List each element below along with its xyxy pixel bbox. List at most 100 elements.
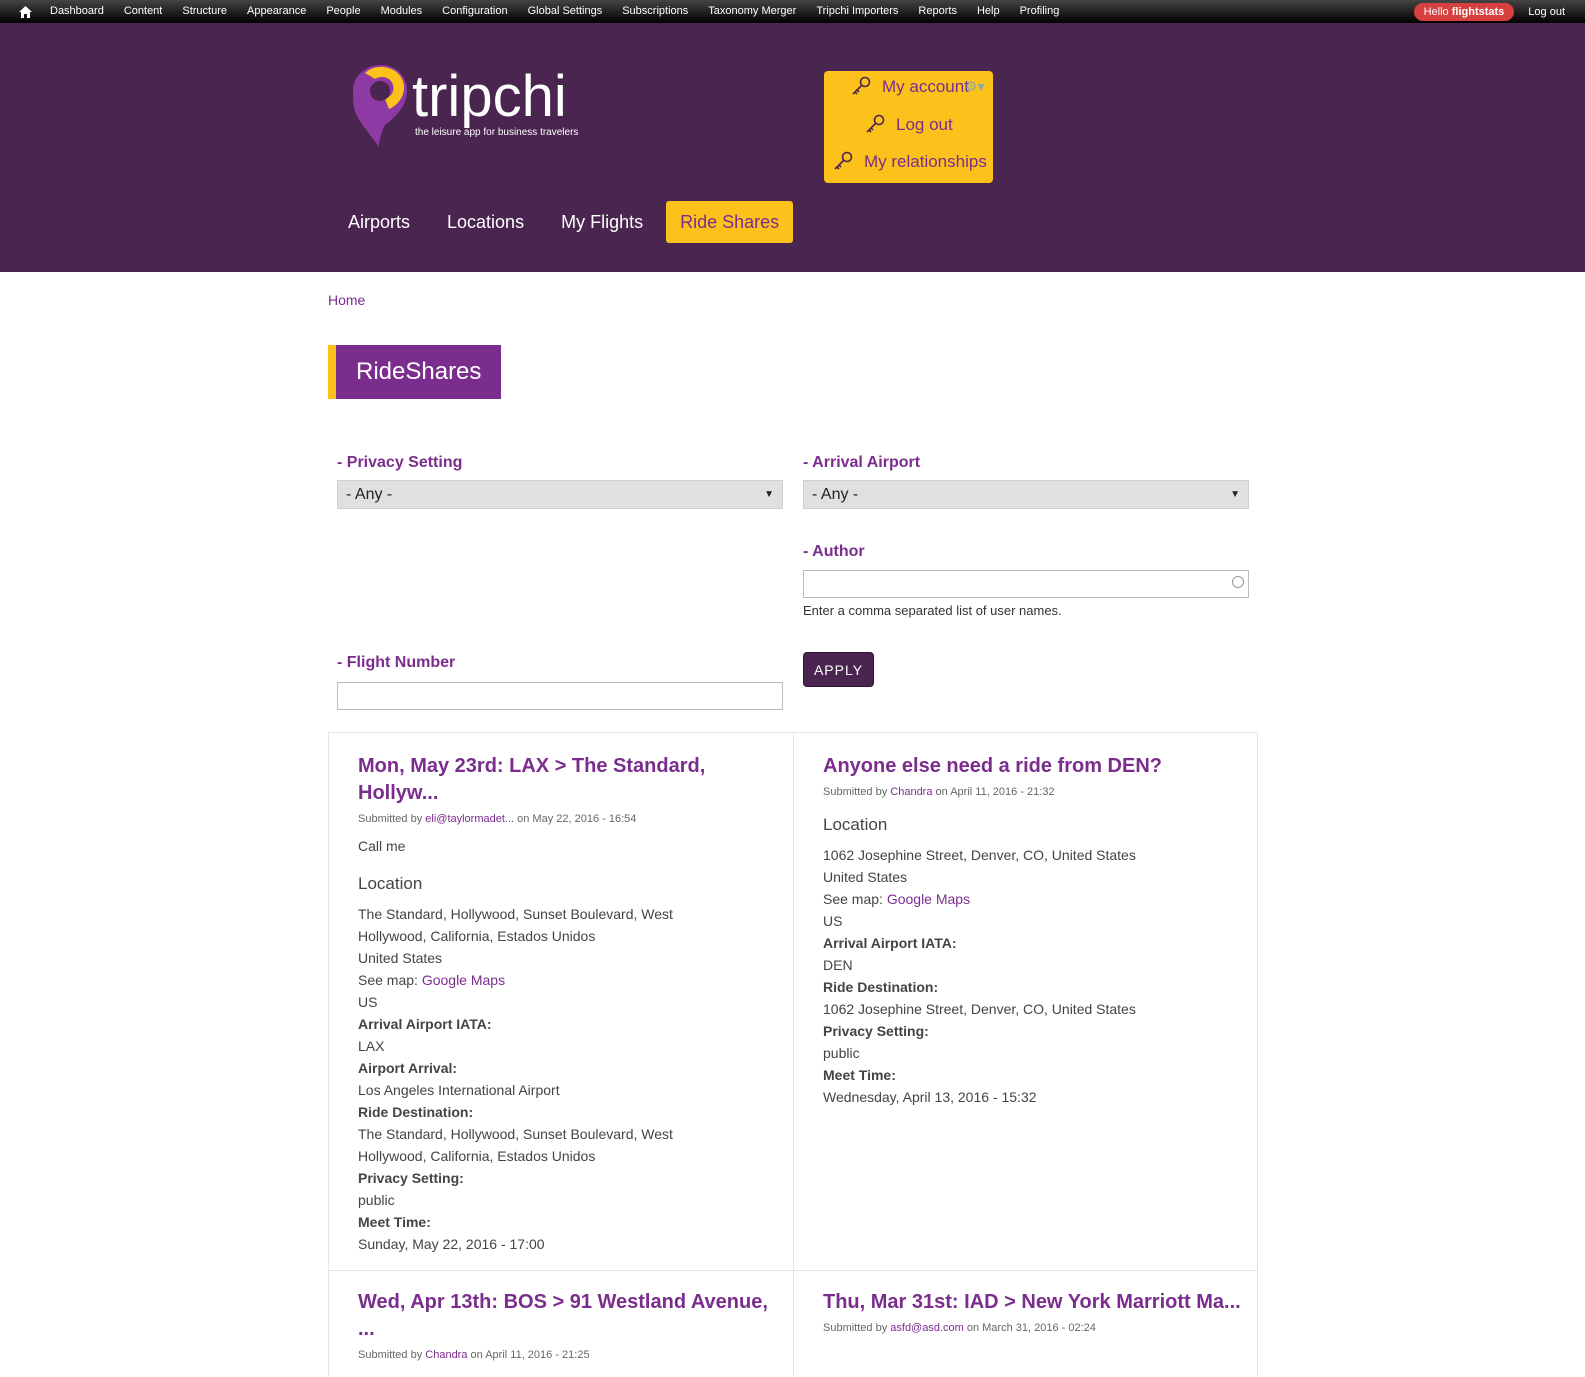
arrival-airport-label: - Arrival Airport xyxy=(803,454,921,471)
privacy-setting-field-label: Privacy Setting: xyxy=(823,1023,929,1039)
home-icon[interactable] xyxy=(10,0,40,23)
admin-item-modules[interactable]: Modules xyxy=(371,0,433,23)
airport-arrival-value: Los Angeles International Airport xyxy=(358,1082,560,1098)
rideshare-card: Wed, Apr 13th: BOS > 91 Westland Avenue,… xyxy=(358,1289,778,1361)
grid-border-right xyxy=(1257,733,1258,1377)
see-map-label: See map: xyxy=(358,972,422,988)
meet-time-label: Meet Time: xyxy=(823,1067,896,1083)
google-maps-link[interactable]: Google Maps xyxy=(887,891,970,907)
airport-arrival-label: Airport Arrival: xyxy=(358,1060,458,1076)
submitted-by: Submitted by asfd@asd.com on March 31, 2… xyxy=(823,1322,1243,1334)
title-accent-bar xyxy=(328,345,336,399)
submitted-date: on April 11, 2016 - 21:25 xyxy=(467,1349,590,1361)
admin-item-structure[interactable]: Structure xyxy=(172,0,237,23)
author-link[interactable]: eli@taylormadet... xyxy=(425,813,514,825)
site-header: tripchi the leisure app for business tra… xyxy=(0,23,1585,272)
nav-tab-airports[interactable]: Airports xyxy=(334,201,424,243)
gear-icon[interactable]: ⚙▾ xyxy=(965,78,985,95)
author-input[interactable] xyxy=(803,570,1249,598)
admin-item-configuration[interactable]: Configuration xyxy=(432,0,517,23)
admin-item-dashboard[interactable]: Dashboard xyxy=(40,0,114,23)
user-menu-my-account[interactable]: My account xyxy=(850,76,969,98)
submitted-by: Submitted by eli@taylormadet... on May 2… xyxy=(358,813,778,825)
page-title-text: RideShares xyxy=(336,345,502,399)
ride-destination-value: 1062 Josephine Street, Denver, CO, Unite… xyxy=(823,1001,1136,1017)
see-map: See map: Google Maps xyxy=(358,969,778,991)
iata-label: Arrival Airport IATA: xyxy=(358,1016,492,1032)
grid-divider-vertical xyxy=(793,733,794,1377)
rideshare-body: Location 1062 Josephine Street, Denver, … xyxy=(823,814,1243,1108)
hello-user-badge[interactable]: Hello flightstats xyxy=(1413,2,1515,21)
user-menu-my-relationships[interactable]: My relationships xyxy=(832,151,987,173)
nav-tab-ride-shares[interactable]: Ride Shares xyxy=(666,201,794,243)
admin-item-appearance[interactable]: Appearance xyxy=(237,0,316,23)
meet-time-value: Sunday, May 22, 2016 - 17:00 xyxy=(358,1236,545,1252)
flight-number-input[interactable] xyxy=(337,682,783,710)
admin-item-people[interactable]: People xyxy=(316,0,370,23)
country-code: US xyxy=(358,994,378,1010)
admin-item-content[interactable]: Content xyxy=(114,0,173,23)
my-relationships-label: My relationships xyxy=(864,152,987,171)
submitted-by: Submitted by Chandra on April 11, 2016 -… xyxy=(823,786,1243,798)
privacy-setting-field-value: public xyxy=(358,1192,395,1208)
author-link[interactable]: Chandra xyxy=(425,1349,467,1361)
rideshare-title-link[interactable]: Anyone else need a ride from DEN? xyxy=(823,753,1243,780)
admin-item-taxonomy-merger[interactable]: Taxonomy Merger xyxy=(698,0,806,23)
location-heading: Location xyxy=(358,874,423,893)
flight-number-label: - Flight Number xyxy=(337,654,456,671)
location-address: The Standard, Hollywood, Sunset Boulevar… xyxy=(358,906,673,944)
nav-tab-my-flights[interactable]: My Flights xyxy=(547,201,657,243)
submitted-date: on April 11, 2016 - 21:32 xyxy=(932,786,1055,798)
location-country: United States xyxy=(358,950,443,966)
chevron-down-icon: ▼ xyxy=(764,489,774,500)
admin-logout-link[interactable]: Log out xyxy=(1520,6,1573,18)
submitted-prefix: Submitted by xyxy=(823,786,891,798)
logo-wordmark: tripchi xyxy=(412,64,567,129)
user-menu-log-out[interactable]: Log out xyxy=(864,114,953,136)
privacy-setting-select[interactable]: - Any - ▼ xyxy=(337,480,783,509)
grid-divider-horizontal xyxy=(328,1270,1258,1271)
author-help-text: Enter a comma separated list of user nam… xyxy=(803,603,1062,618)
submitted-prefix: Submitted by xyxy=(358,1349,426,1361)
author-link[interactable]: Chandra xyxy=(890,786,932,798)
submitted-by: Submitted by Chandra on April 11, 2016 -… xyxy=(358,1349,778,1361)
logo-pin-icon xyxy=(353,65,407,147)
iata-label: Arrival Airport IATA: xyxy=(823,935,957,951)
iata-value: DEN xyxy=(823,957,853,973)
arrival-airport-select[interactable]: - Any - ▼ xyxy=(803,480,1249,509)
location-country: United States xyxy=(823,869,908,885)
chevron-down-icon: ▼ xyxy=(1230,489,1240,500)
location-heading: Location xyxy=(823,815,888,834)
hello-prefix: Hello xyxy=(1423,5,1452,18)
main-nav: Airports Locations My Flights Ride Share… xyxy=(334,201,802,243)
see-map-label: See map: xyxy=(823,891,887,907)
iata-value: LAX xyxy=(358,1038,385,1054)
rideshare-title-link[interactable]: Wed, Apr 13th: BOS > 91 Westland Avenue,… xyxy=(358,1289,778,1343)
meet-time-label: Meet Time: xyxy=(358,1214,431,1230)
admin-item-reports[interactable]: Reports xyxy=(908,0,967,23)
author-link[interactable]: asfd@asd.com xyxy=(890,1322,964,1334)
admin-item-subscriptions[interactable]: Subscriptions xyxy=(612,0,698,23)
admin-toolbar: Dashboard Content Structure Appearance P… xyxy=(0,0,1585,23)
rideshare-title-link[interactable]: Thu, Mar 31st: IAD > New York Marriott M… xyxy=(823,1289,1243,1316)
rideshare-title-link[interactable]: Mon, May 23rd: LAX > The Standard, Holly… xyxy=(358,753,778,807)
logo-tagline: the leisure app for business travelers xyxy=(415,127,579,138)
admin-item-profiling[interactable]: Profiling xyxy=(1010,0,1070,23)
my-account-label: My account xyxy=(882,77,969,96)
see-map: See map: Google Maps xyxy=(823,888,1243,910)
submitted-date: on May 22, 2016 - 16:54 xyxy=(514,813,637,825)
meet-time-value: Wednesday, April 13, 2016 - 15:32 xyxy=(823,1089,1037,1105)
apply-button[interactable]: APPLY xyxy=(803,652,874,687)
breadcrumb-home[interactable]: Home xyxy=(328,292,365,308)
submitted-prefix: Submitted by xyxy=(358,813,426,825)
nav-tab-locations[interactable]: Locations xyxy=(433,201,538,243)
admin-item-tripchi-importers[interactable]: Tripchi Importers xyxy=(806,0,908,23)
google-maps-link[interactable]: Google Maps xyxy=(422,972,505,988)
admin-item-help[interactable]: Help xyxy=(967,0,1010,23)
site-logo[interactable]: tripchi the leisure app for business tra… xyxy=(345,63,579,153)
admin-item-global-settings[interactable]: Global Settings xyxy=(518,0,613,23)
submitted-date: on March 31, 2016 - 02:24 xyxy=(963,1322,1096,1334)
grid-border-left xyxy=(328,733,329,1377)
arrival-airport-value: - Any - xyxy=(812,486,859,503)
key-icon xyxy=(866,114,885,133)
